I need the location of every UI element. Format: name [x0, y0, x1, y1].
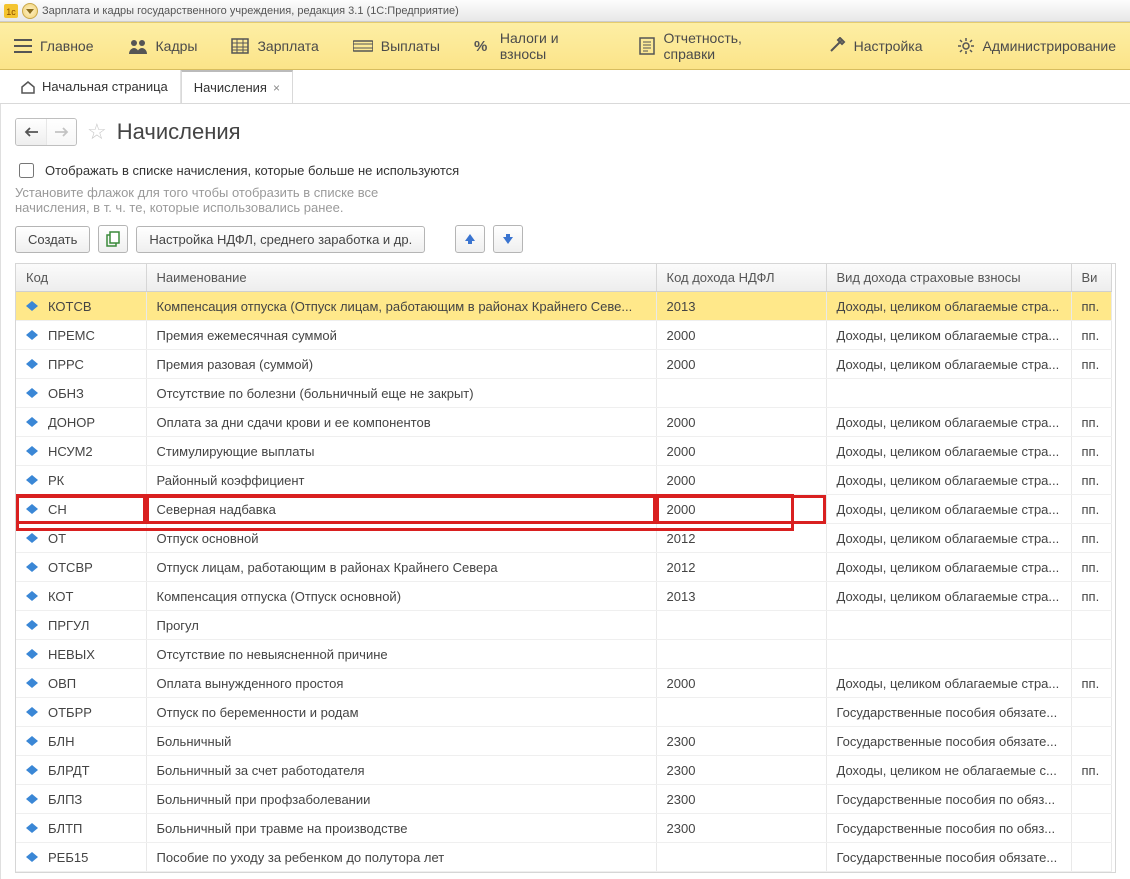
row-item-icon [26, 620, 38, 630]
table-row[interactable]: ПРРСПремия разовая (суммой)2000Доходы, ц… [16, 350, 1115, 379]
show-unused-checkbox[interactable] [19, 163, 34, 178]
close-icon[interactable]: × [273, 81, 280, 95]
row-item-icon [26, 504, 38, 514]
table-row[interactable]: РКРайонный коэффициент2000Доходы, целико… [16, 466, 1115, 495]
menu-settings[interactable]: Настройка [822, 33, 929, 59]
window-title: Зарплата и кадры государственного учрежд… [42, 5, 459, 17]
copy-button[interactable] [98, 225, 128, 253]
row-item-icon [26, 301, 38, 311]
page-title: Начисления [117, 119, 241, 145]
app-logo-icon: 1c [4, 4, 18, 18]
table-row[interactable]: КОТСВКомпенсация отпуска (Отпуск лицам, … [16, 292, 1115, 321]
row-item-icon [26, 359, 38, 369]
menu-payments[interactable]: Выплаты [347, 34, 446, 58]
row-item-icon [26, 446, 38, 456]
nav-forward-button[interactable] [46, 119, 76, 145]
config-button[interactable]: Настройка НДФЛ, среднего заработка и др. [136, 226, 425, 253]
row-item-icon [26, 736, 38, 746]
table-row[interactable]: ПРГУЛПрогул [16, 611, 1115, 640]
row-item-icon [26, 707, 38, 717]
table-row[interactable]: ОТБРРОтпуск по беременности и родамГосуд… [16, 698, 1115, 727]
row-item-icon [26, 852, 38, 862]
menu-staff[interactable]: Кадры [122, 34, 204, 58]
table-row[interactable]: НЕВЫХОтсутствие по невыясненной причине [16, 640, 1115, 669]
row-item-icon [26, 562, 38, 572]
row-item-icon [26, 823, 38, 833]
nav-back-button[interactable] [16, 119, 46, 145]
table-row[interactable]: БЛРДТБольничный за счет работодателя2300… [16, 756, 1115, 785]
titlebar-dropdown-icon[interactable] [22, 3, 38, 19]
row-item-icon [26, 388, 38, 398]
table-row[interactable]: БЛНБольничный2300Государственные пособия… [16, 727, 1115, 756]
show-unused-label: Отображать в списке начисления, которые … [45, 163, 459, 178]
table-row[interactable]: ОТСВРОтпуск лицам, работающим в районах … [16, 553, 1115, 582]
create-button[interactable]: Создать [15, 226, 90, 253]
table-row[interactable]: НСУМ2Стимулирующие выплаты2000Доходы, це… [16, 437, 1115, 466]
row-item-icon [26, 794, 38, 804]
table-row[interactable]: БЛТПБольничный при травме на производств… [16, 814, 1115, 843]
move-up-button[interactable] [455, 225, 485, 253]
menu-main-label: Главное [40, 38, 94, 54]
svg-text:1c: 1c [6, 7, 16, 17]
favorite-star-icon[interactable]: ☆ [87, 119, 107, 145]
menu-taxes[interactable]: % Налоги и взносы [468, 26, 612, 66]
menu-salary[interactable]: Зарплата [225, 34, 324, 58]
row-item-icon [26, 649, 38, 659]
row-item-icon [26, 417, 38, 427]
col-last-header[interactable]: Ви [1071, 264, 1111, 292]
tab-home[interactable]: Начальная страница [8, 70, 181, 103]
col-code-header[interactable]: Код [16, 264, 146, 292]
accruals-table: Код Наименование Код дохода НДФЛ Вид дох… [15, 263, 1116, 873]
table-row[interactable]: КОТКомпенсация отпуска (Отпуск основной)… [16, 582, 1115, 611]
table-row[interactable]: РЕБ15Пособие по уходу за ребенком до пол… [16, 843, 1115, 872]
row-item-icon [26, 330, 38, 340]
page-body: ☆ Начисления Отображать в списке начисле… [0, 104, 1130, 879]
table-row[interactable]: СНСеверная надбавка2000Доходы, целиком о… [16, 495, 1115, 524]
table-row[interactable]: БЛПЗБольничный при профзаболевании2300Го… [16, 785, 1115, 814]
tab-accruals[interactable]: Начисления × [181, 70, 293, 103]
col-name-header[interactable]: Наименование [146, 264, 656, 292]
table-row[interactable]: ОБНЗОтсутствие по болезни (больничный ещ… [16, 379, 1115, 408]
table-row[interactable]: ДОНОРОплата за дни сдачи крови и ее комп… [16, 408, 1115, 437]
menu-admin[interactable]: Администрирование [951, 33, 1123, 59]
svg-text:%: % [474, 38, 487, 54]
row-item-icon [26, 678, 38, 688]
checkbox-hint: Установите флажок для того чтобы отобраз… [15, 185, 1116, 215]
col-ins-header[interactable]: Вид дохода страховые взносы [826, 264, 1071, 292]
table-row[interactable]: ОТОтпуск основной2012Доходы, целиком обл… [16, 524, 1115, 553]
home-icon [20, 80, 36, 94]
table-row[interactable]: ПРЕМСПремия ежемесячная суммой2000Доходы… [16, 321, 1115, 350]
col-ndfl-header[interactable]: Код дохода НДФЛ [656, 264, 826, 292]
window-titlebar: 1c Зарплата и кадры государственного учр… [0, 0, 1130, 22]
nav-buttons [15, 118, 77, 146]
move-down-button[interactable] [493, 225, 523, 253]
table-header-row: Код Наименование Код дохода НДФЛ Вид дох… [16, 264, 1115, 292]
table-row[interactable]: ОВПОплата вынужденного простоя2000Доходы… [16, 669, 1115, 698]
tab-bar: Начальная страница Начисления × [0, 70, 1130, 104]
menu-burger[interactable]: Главное [8, 34, 100, 58]
row-item-icon [26, 533, 38, 543]
menu-reports[interactable]: Отчетность, справки [633, 26, 799, 66]
row-item-icon [26, 475, 38, 485]
row-item-icon [26, 765, 38, 775]
row-item-icon [26, 591, 38, 601]
main-menu-toolbar: Главное Кадры Зарплата Выплаты % Налоги … [0, 22, 1130, 70]
